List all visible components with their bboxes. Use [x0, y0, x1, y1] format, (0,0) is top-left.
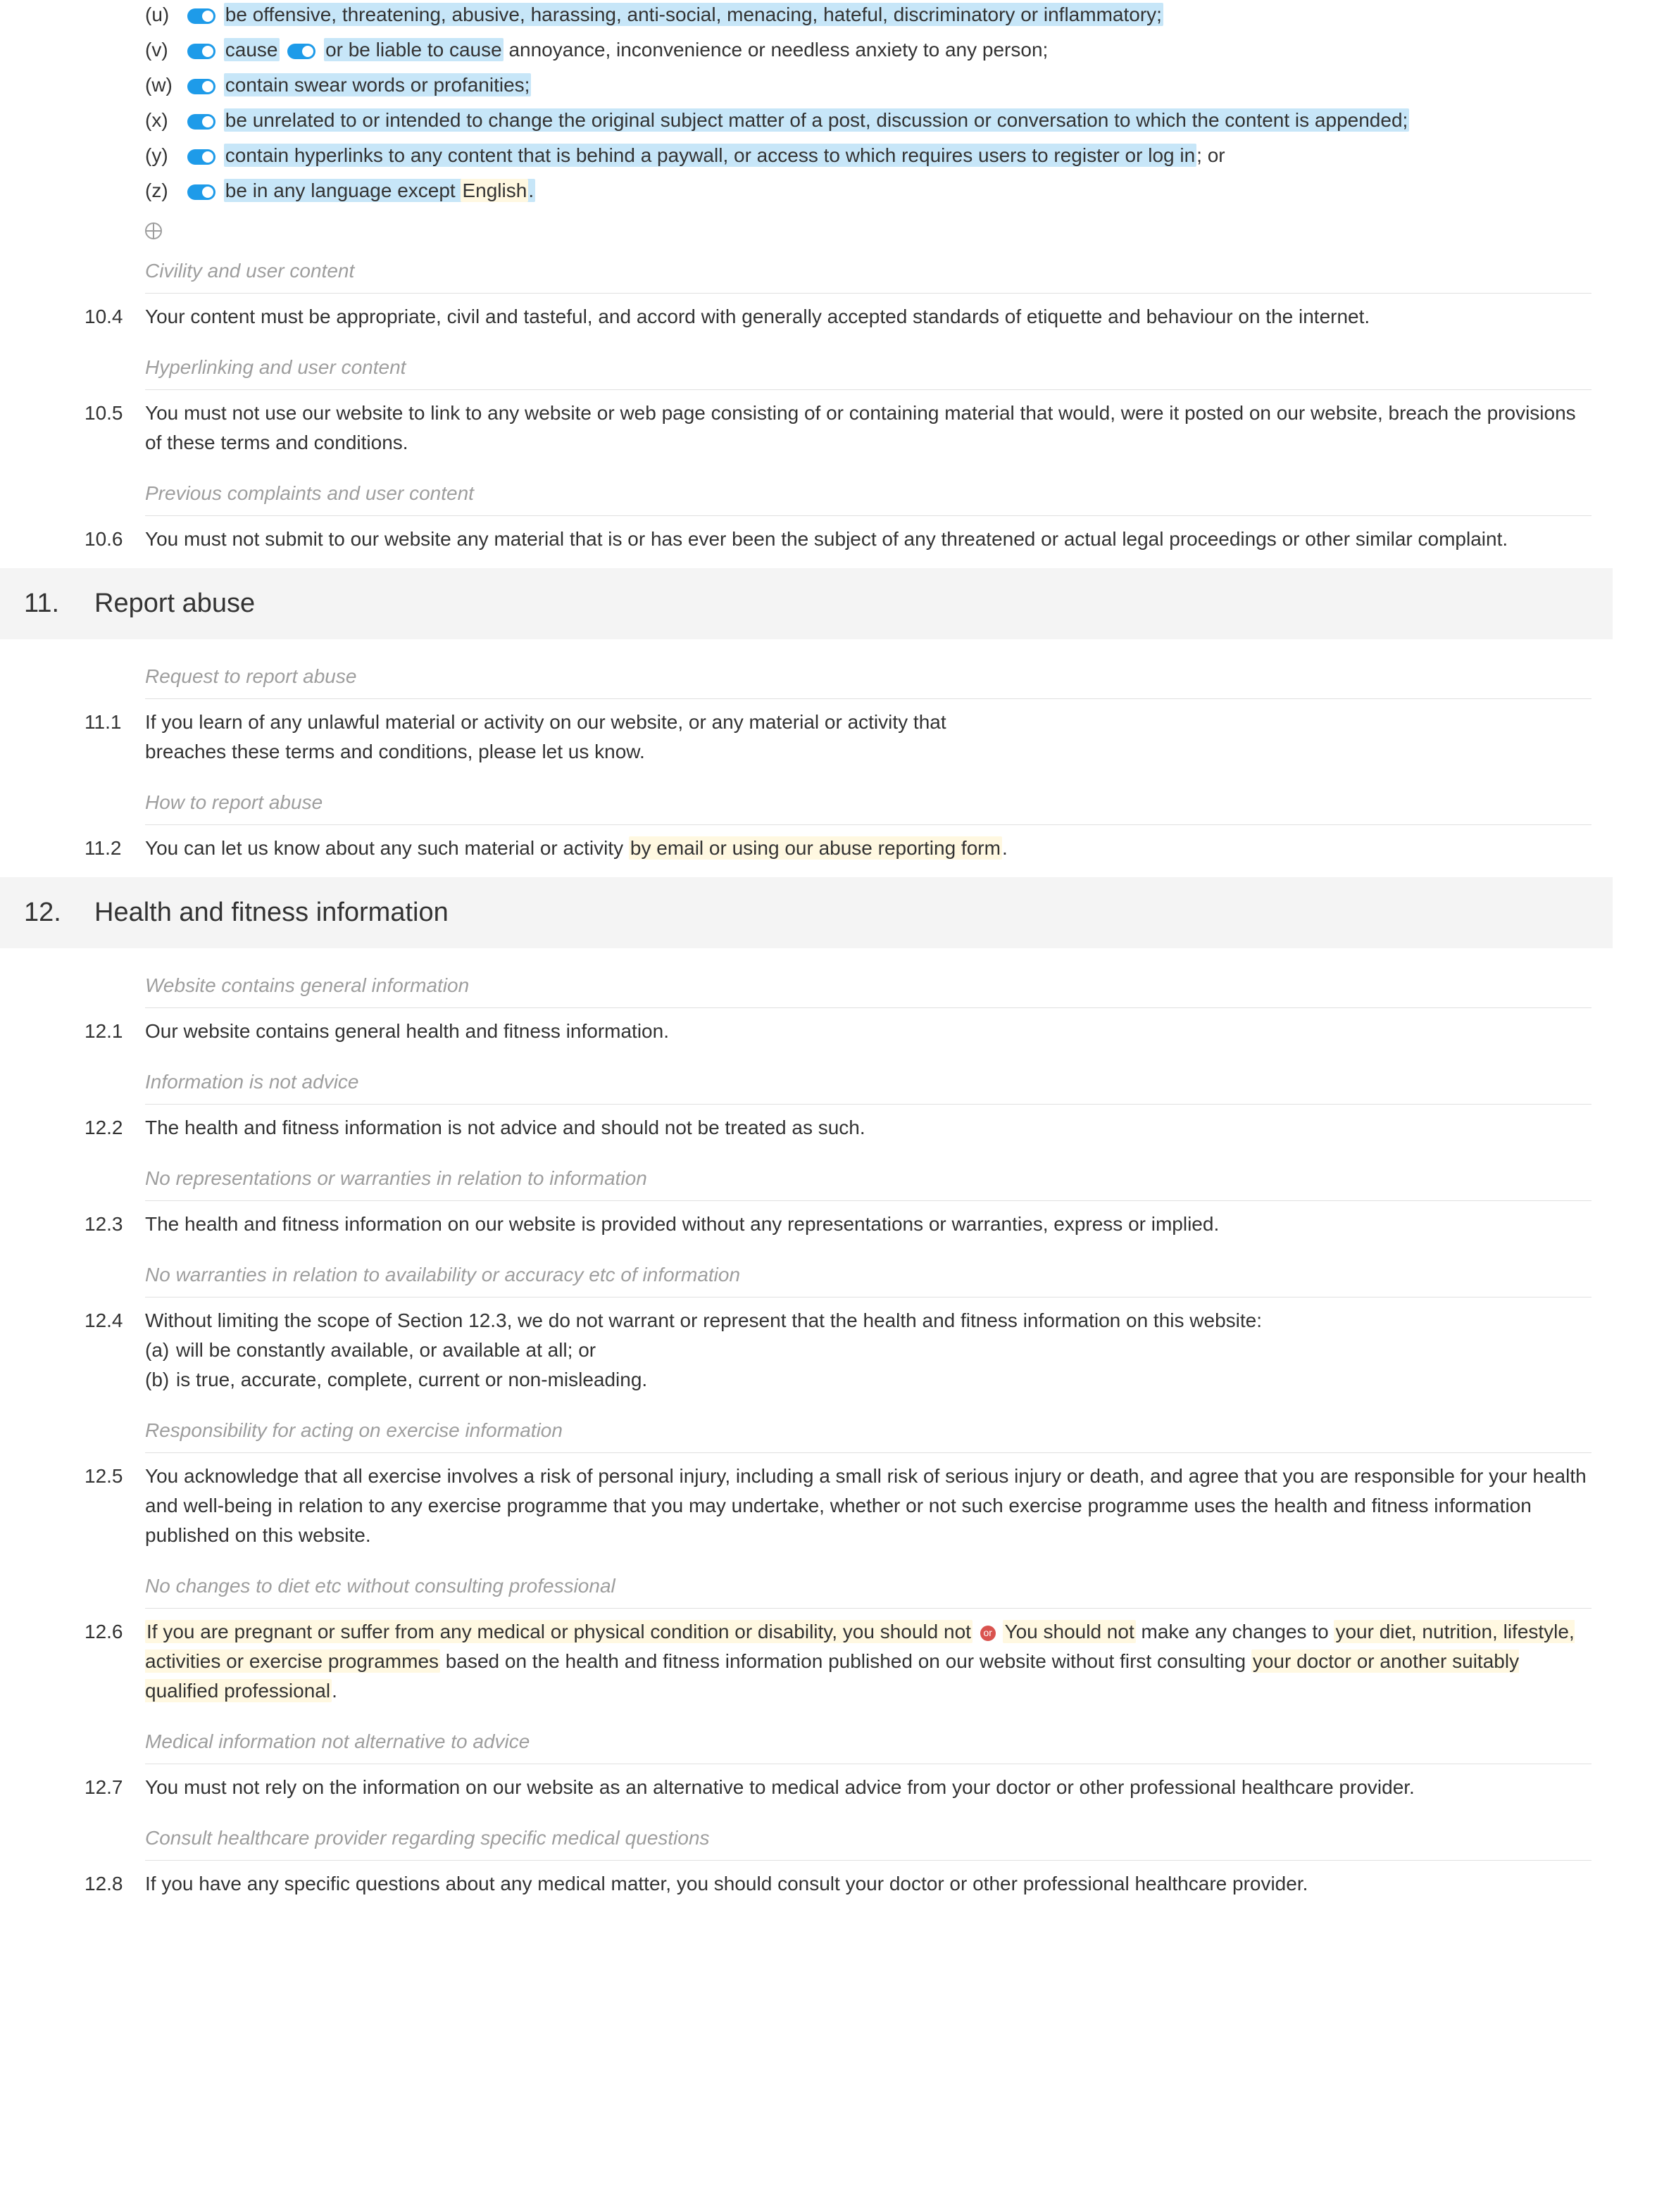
toggle-icon[interactable]: [187, 8, 215, 24]
clause-10-3-sublist: (u) be offensive, threatening, abusive, …: [145, 0, 1591, 554]
hint-resp-exercise: Responsibility for acting on exercise in…: [145, 1407, 1591, 1453]
hint-civility: Civility and user content: [145, 248, 1591, 294]
hint-no-diet-changes: No changes to diet etc without consultin…: [145, 1563, 1591, 1609]
toggle-icon[interactable]: [187, 79, 215, 94]
clause-10-5: 10.5 You must not use our website to lin…: [145, 398, 1591, 458]
clause-12-2: 12.2 The health and fitness information …: [145, 1113, 1591, 1143]
hint-gen-info: Website contains general information: [145, 962, 1591, 1008]
clause-12-4: 12.4 Without limiting the scope of Secti…: [145, 1306, 1591, 1395]
toggle-icon[interactable]: [187, 44, 215, 59]
section-11-heading: 11. Report abuse: [0, 568, 1613, 639]
or-badge[interactable]: or: [980, 1626, 996, 1641]
clause-12-3: 12.3 The health and fitness information …: [145, 1209, 1591, 1239]
toggle-icon[interactable]: [187, 149, 215, 165]
toggle-icon[interactable]: [287, 44, 315, 59]
hint-not-advice: Information is not advice: [145, 1059, 1591, 1105]
clause-12-1: 12.1 Our website contains general health…: [145, 1017, 1591, 1046]
clause-12-5: 12.5 You acknowledge that all exercise i…: [145, 1462, 1591, 1550]
clause-10-6: 10.6 You must not submit to our website …: [145, 524, 1591, 554]
clause-z: (z) be in any language except English.: [145, 176, 1591, 206]
toggle-icon[interactable]: [187, 184, 215, 200]
hint-no-warr-avail: No warranties in relation to availabilit…: [145, 1252, 1591, 1297]
section-12-heading: 12. Health and fitness information: [0, 877, 1613, 948]
clause-10-4: 10.4 Your content must be appropriate, c…: [145, 302, 1591, 332]
clause-12-8: 12.8 If you have any specific questions …: [145, 1869, 1591, 1899]
clause-12-4-b: (b)is true, accurate, complete, current …: [145, 1365, 1591, 1395]
clause-12-7: 12.7 You must not rely on the informatio…: [145, 1773, 1591, 1802]
hint-request-report: Request to report abuse: [145, 653, 1591, 699]
clause-v: (v) cause or be liable to cause annoyanc…: [145, 35, 1591, 65]
clause-11-1: 11.1 If you learn of any unlawful materi…: [145, 708, 1591, 767]
hint-consult-hcp: Consult healthcare provider regarding sp…: [145, 1815, 1591, 1861]
clause-12-6: 12.6 If you are pregnant or suffer from …: [145, 1617, 1591, 1706]
add-icon[interactable]: [145, 218, 162, 235]
clause-x: (x) be unrelated to or intended to chang…: [145, 106, 1591, 135]
hint-no-reps: No representations or warranties in rela…: [145, 1155, 1591, 1201]
clause-w: (w) contain swear words or profanities;: [145, 70, 1591, 100]
clause-y: (y) contain hyperlinks to any content th…: [145, 141, 1591, 170]
clause-u: (u) be offensive, threatening, abusive, …: [145, 0, 1591, 30]
hint-med-not-alt: Medical information not alternative to a…: [145, 1718, 1591, 1764]
clause-11-2: 11.2 You can let us know about any such …: [145, 834, 1591, 863]
hint-prev-complaints: Previous complaints and user content: [145, 470, 1591, 516]
hint-how-report: How to report abuse: [145, 779, 1591, 825]
hint-hyperlinking: Hyperlinking and user content: [145, 344, 1591, 390]
clause-12-4-a: (a)will be constantly available, or avai…: [145, 1336, 1591, 1365]
toggle-icon[interactable]: [187, 114, 215, 130]
